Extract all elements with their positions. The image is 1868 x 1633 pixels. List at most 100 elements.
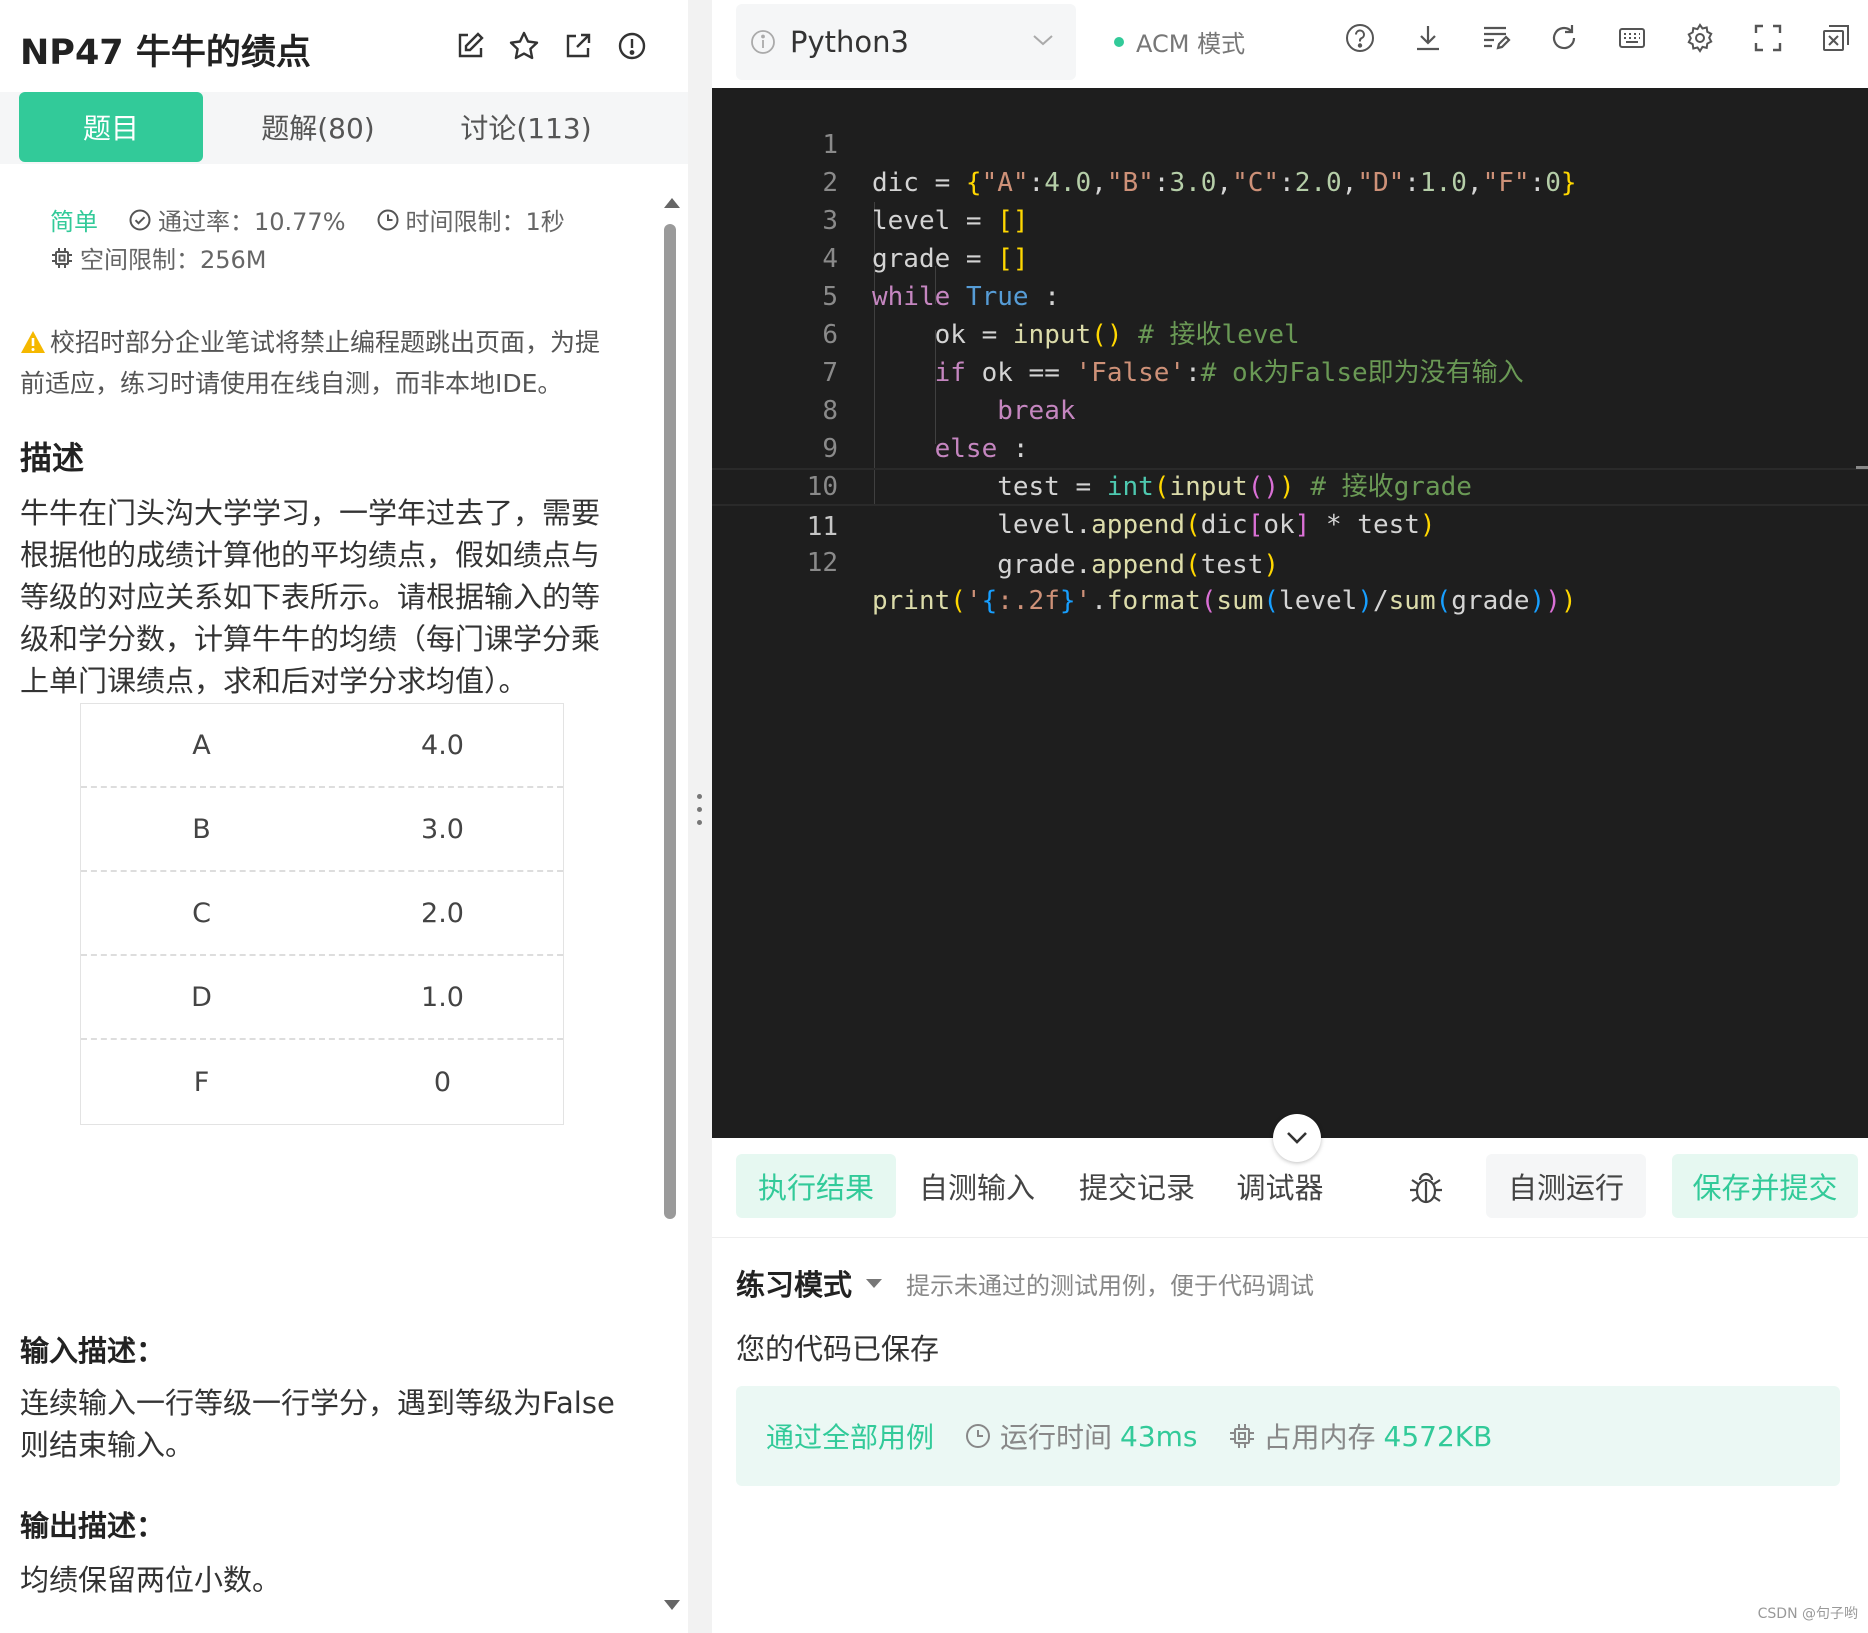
acm-mode[interactable]: ACM 模式 (1114, 24, 1245, 59)
info-icon (751, 30, 775, 54)
table-row: B 3.0 (81, 788, 563, 872)
code-line: 9 test = int(input()) # 接收grade (712, 392, 1868, 502)
tab-debugger[interactable]: 调试器 (1230, 1154, 1330, 1218)
memory-label: 占用内存 (1263, 1421, 1376, 1454)
scroll-up-arrow[interactable] (664, 198, 680, 208)
chip-icon (52, 247, 72, 268)
grade-letter: A (192, 729, 211, 761)
result-tabs: 执行结果 自测输入 提交记录 调试器 自测运行 保存并提交 (712, 1138, 1868, 1238)
tab-submissions[interactable]: 提交记录 (1072, 1154, 1202, 1218)
language-select[interactable]: Python3 (736, 4, 1076, 80)
pass-rate-text: 通过率：10.77% (158, 208, 346, 236)
table-row: F 0 (81, 1040, 563, 1124)
gear-icon[interactable] (1684, 22, 1716, 54)
time-limit-text: 时间限制：1秒 (405, 208, 565, 236)
mode-hint: 提示未通过的测试用例，便于代码调试 (906, 1271, 1315, 1300)
caret-down-icon[interactable] (866, 1278, 883, 1288)
tab-solutions[interactable]: 题解(80) (226, 92, 410, 162)
warning-icon (20, 327, 46, 365)
table-row: C 2.0 (81, 872, 563, 956)
space-limit-text: 空间限制：256M (80, 246, 267, 274)
grade-point: 0 (433, 1066, 452, 1098)
code-text: grade.append(test) (872, 550, 1280, 580)
code-panel: Python3 ACM 模式 1 dic = {"A":4.0,"B":3.0,… (712, 0, 1868, 1633)
scroll-thumb[interactable] (664, 224, 676, 1219)
code-line: 3 grade = [] (712, 164, 1868, 274)
editor-toolbar: Python3 ACM 模式 (712, 0, 1868, 88)
tab-custom-input[interactable]: 自测输入 (912, 1154, 1042, 1218)
download-icon[interactable] (1412, 22, 1444, 54)
description-heading: 描述 (20, 439, 85, 477)
check-circle-icon (129, 209, 151, 230)
memory-value: 4572KB (1383, 1419, 1493, 1453)
difficulty-badge: 简单 (50, 208, 98, 236)
warning-notice: 校招时部分企业笔试将禁止编程题跳出页面，为提前适应，练习时请使用在线自测，而非本… (20, 324, 620, 403)
star-icon[interactable] (508, 30, 540, 62)
warning-text: 校招时部分企业笔试将禁止编程题跳出页面，为提前适应，练习时请使用在线自测，而非本… (20, 328, 601, 398)
run-time: 运行时间 43ms (964, 1416, 1198, 1456)
problem-scrollbar[interactable] (664, 198, 680, 1610)
pass-rate: 通过率：10.77% (128, 202, 346, 237)
status-dot (1114, 36, 1124, 47)
format-code-icon[interactable] (1480, 22, 1512, 54)
table-row: A 4.0 (81, 704, 563, 788)
run-time-label: 运行时间 (1000, 1421, 1113, 1454)
tab-discussion[interactable]: 讨论(113) (434, 92, 618, 162)
grade-letter: F (193, 1066, 210, 1098)
description-text: 牛牛在门头沟大学学习，一学年过去了，需要根据他的成绩计算他的平均绩点，假如绩点与… (20, 496, 601, 698)
code-line: 5 ok = input() # 接收level (712, 240, 1868, 350)
share-icon[interactable] (562, 30, 594, 62)
input-description: 连续输入一行等级一行学分，遇到等级为False则结束输入。 (20, 1386, 615, 1462)
reset-icon[interactable] (1548, 22, 1580, 54)
table-row: D 1.0 (81, 956, 563, 1040)
problem-header: NP47 牛牛的绩点 (0, 0, 688, 92)
code-text: print('{:.2f}'.format(sum(level)/sum(gra… (872, 586, 1577, 616)
bug-icon[interactable] (1406, 1168, 1446, 1208)
code-line: 1 dic = {"A":4.0,"B":3.0,"C":2.0,"D":1.0… (712, 88, 1868, 198)
code-editor[interactable]: 1 dic = {"A":4.0,"B":3.0,"C":2.0,"D":1.0… (712, 88, 1868, 1138)
grade-letter: C (192, 897, 211, 929)
code-line: 12 print('{:.2f}'.format(sum(level)/sum(… (712, 506, 1868, 616)
tab-run-result[interactable]: 执行结果 (736, 1154, 896, 1218)
report-icon[interactable] (616, 30, 648, 62)
scroll-down-arrow[interactable] (664, 1600, 680, 1610)
code-line: 2 level = [] (712, 126, 1868, 236)
tab-problem[interactable]: 题目 (19, 92, 203, 162)
watermark: CSDN @句子哟 (1757, 1606, 1858, 1622)
keyboard-icon[interactable] (1616, 22, 1648, 54)
problem-tabs: 题目 题解(80) 讨论(113) (0, 92, 688, 164)
line-number: 12 (806, 548, 838, 578)
memory-usage: 占用内存 4572KB (1228, 1416, 1493, 1456)
practice-mode: 练习模式 提示未通过的测试用例，便于代码调试 (736, 1262, 1314, 1304)
grade-letter: B (192, 813, 211, 845)
panel-resizer[interactable] (688, 0, 712, 1633)
code-line-current: 11 grade.append(test) (712, 468, 1868, 580)
grade-letter: D (191, 981, 212, 1013)
edit-icon[interactable] (454, 30, 486, 62)
problem-title: NP47 牛牛的绩点 (20, 33, 311, 73)
fullscreen-icon[interactable] (1752, 22, 1784, 54)
acm-mode-label: ACM 模式 (1136, 30, 1246, 58)
saved-message: 您的代码已保存 (736, 1332, 940, 1366)
run-test-button[interactable]: 自测运行 (1486, 1154, 1646, 1218)
space-limit: 空间限制：256M (50, 240, 267, 275)
mode-label[interactable]: 练习模式 (736, 1262, 852, 1304)
language-label: Python3 (790, 25, 909, 59)
grade-point: 1.0 (421, 981, 464, 1013)
save-submit-button[interactable]: 保存并提交 (1672, 1154, 1858, 1218)
pop-out-icon[interactable] (1820, 22, 1852, 54)
clock-icon (966, 1424, 991, 1448)
code-line: 10 level.append(dic[ok] * test) (712, 430, 1868, 540)
grade-point: 3.0 (421, 813, 464, 845)
output-description: 均绩保留两位小数。 (20, 1563, 282, 1597)
output-heading: 输出描述： (20, 1509, 166, 1543)
problem-panel: NP47 牛牛的绩点 题目 题解(80) 讨论(113) 简单 通过率：10.7… (0, 0, 688, 1633)
code-line: 6 if ok == 'False':# ok为False即为没有输入 (712, 278, 1868, 388)
code-line: 4 while True : (712, 202, 1868, 312)
editor-actions (1344, 22, 1852, 54)
problem-actions (454, 30, 648, 62)
problem-meta: 简单 通过率：10.77% 时间限制：1秒 (50, 202, 565, 237)
result-summary: 通过全部用例 运行时间 43ms 占用内存 4572KB (736, 1386, 1840, 1486)
help-icon[interactable] (1344, 22, 1376, 54)
chip-icon (1229, 1424, 1254, 1448)
